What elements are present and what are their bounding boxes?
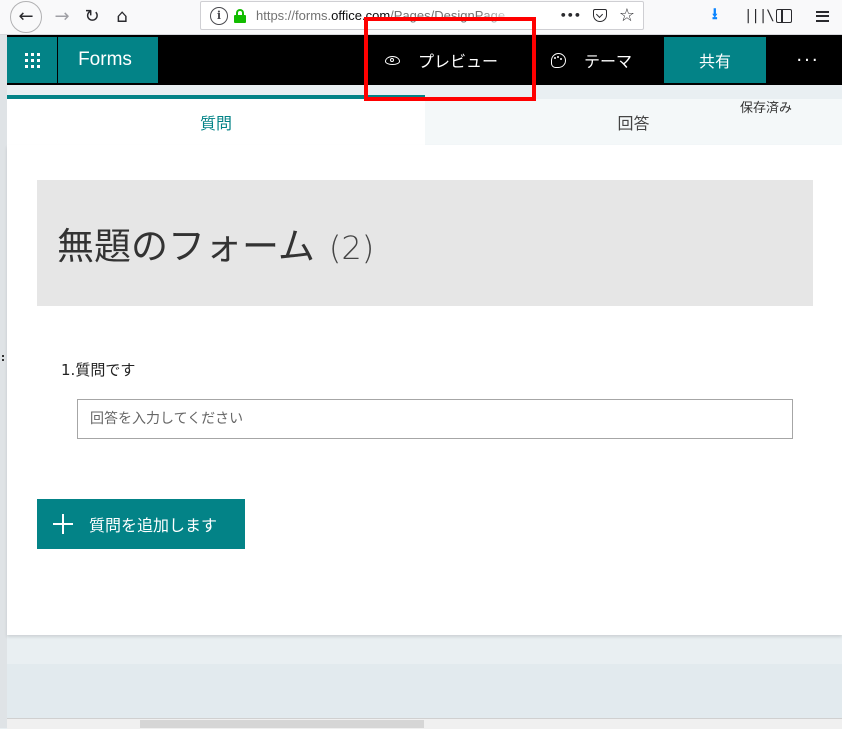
form-title-block[interactable]: 無題のフォーム (2) — [37, 180, 813, 306]
horizontal-scrollbar[interactable] — [7, 718, 842, 729]
reload-button[interactable]: ↻ — [78, 4, 106, 30]
back-button[interactable]: ← — [10, 1, 42, 33]
app-header: Forms プレビュー テーマ 共有 ··· — [7, 35, 842, 85]
arrow-right-icon: → — [54, 6, 70, 27]
home-button[interactable]: ⌂ — [108, 4, 136, 30]
sidebar-toggle-button[interactable] — [776, 5, 792, 27]
question-text: 質問です — [75, 361, 136, 379]
arrow-left-icon: ← — [18, 6, 34, 27]
saved-status: 保存済み — [740, 101, 793, 116]
preview-button[interactable]: プレビュー — [385, 35, 498, 85]
app-name[interactable]: Forms — [58, 37, 158, 83]
question-1[interactable]: 1.質問です — [61, 359, 135, 380]
form-title[interactable]: 無題のフォーム (2) — [57, 216, 374, 270]
app-launcher-button[interactable] — [7, 37, 57, 83]
url-text[interactable]: https://forms.office.com/Pages/DesignPag… — [256, 8, 518, 23]
tab-bar: 質問 回答 保存済み — [7, 85, 842, 145]
reload-icon: ↻ — [84, 6, 100, 27]
eye-icon — [385, 55, 400, 65]
scrollbar-thumb[interactable] — [140, 720, 424, 728]
palette-icon — [551, 52, 566, 68]
preview-label: プレビュー — [418, 52, 499, 71]
form-canvas: 無題のフォーム(2) 1.質問です 質問を追加します — [7, 145, 842, 635]
more-options-icon[interactable]: ··· — [793, 35, 823, 85]
bookmark-star-icon[interactable]: ☆ — [619, 5, 635, 26]
theme-button[interactable]: テーマ — [551, 35, 632, 85]
lock-icon[interactable] — [234, 8, 246, 23]
share-button[interactable]: 共有 — [664, 37, 766, 83]
waffle-icon — [24, 52, 40, 68]
home-icon: ⌂ — [116, 6, 128, 27]
pocket-icon[interactable] — [592, 9, 607, 22]
window-edge — [0, 35, 7, 728]
info-icon[interactable]: i — [210, 6, 228, 25]
add-question-label: 質問を追加します — [89, 516, 218, 535]
question-number: 1. — [61, 361, 76, 379]
download-icon[interactable]: ⭳ — [712, 4, 718, 27]
browser-toolbar: ← → ↻ ⌂ i https://forms.office.com/Pages… — [0, 0, 842, 35]
browser-menu-button[interactable] — [816, 5, 829, 27]
hamburger-icon — [816, 10, 829, 22]
forward-button[interactable]: → — [48, 4, 76, 30]
library-icon[interactable]: |||\ — [744, 5, 775, 27]
add-question-button[interactable]: 質問を追加します — [37, 499, 245, 549]
address-bar[interactable]: i https://forms.office.com/Pages/DesignP… — [200, 1, 644, 30]
page-actions-icon[interactable]: ••• — [560, 9, 581, 22]
sidebar-icon — [776, 9, 792, 23]
plus-icon — [53, 514, 73, 534]
form-title-suffix: (2) — [328, 229, 375, 267]
theme-label: テーマ — [584, 52, 633, 71]
tab-questions[interactable]: 質問 — [7, 95, 425, 145]
answer-input[interactable] — [77, 399, 793, 439]
